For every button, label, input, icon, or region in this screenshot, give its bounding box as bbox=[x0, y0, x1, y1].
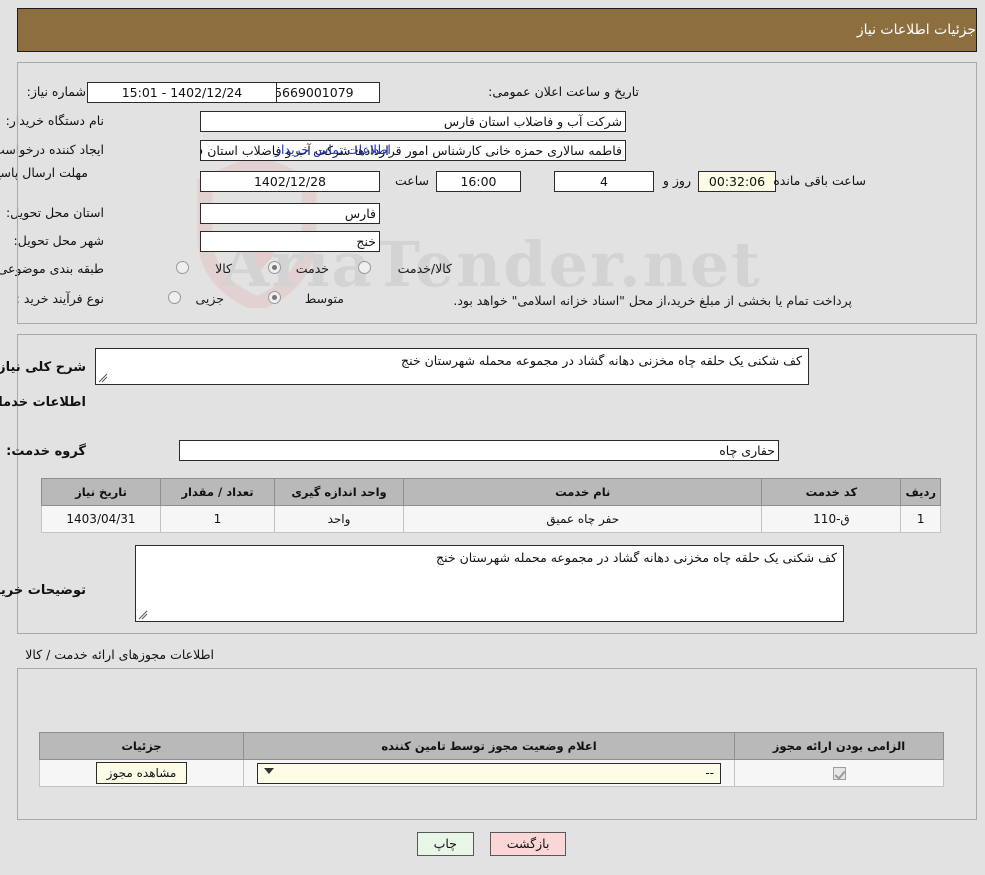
services-col-radif: ردیف bbox=[901, 478, 942, 506]
buyer-notes-label: توضیحات خریدار: bbox=[0, 583, 87, 598]
cell-license-status: -- bbox=[244, 759, 736, 787]
services-table-header-row: ردیف کد خدمت نام خدمت واحد اندازه گیری ت… bbox=[42, 478, 942, 506]
services-col-date: تاریخ نیاز bbox=[42, 478, 162, 506]
services-col-qty: تعداد / مقدار bbox=[161, 478, 276, 506]
services-section-title: اطلاعات خدمات مورد نیاز bbox=[0, 395, 87, 410]
cell-qty: 1 bbox=[161, 505, 276, 533]
cell-code: ق-110 bbox=[762, 505, 903, 533]
back-button[interactable]: بازگشت bbox=[490, 832, 568, 856]
buyer-notes-value: کف شکنی یک حلقه چاه مخزنی دهانه گشاد در … bbox=[437, 550, 838, 565]
services-table: ردیف کد خدمت نام خدمت واحد اندازه گیری ت… bbox=[42, 478, 942, 533]
cell-license-required bbox=[735, 759, 945, 787]
footer-actions: بازگشت چاپ bbox=[0, 832, 985, 856]
licenses-col-details: جزئیات bbox=[40, 732, 245, 760]
licenses-section-title: اطلاعات مجوزهای ارائه خدمت / کالا bbox=[26, 647, 215, 662]
resize-grip-icon bbox=[99, 373, 109, 383]
license-status-value: -- bbox=[706, 765, 715, 780]
buyer-notes-textarea[interactable]: کف شکنی یک حلقه چاه مخزنی دهانه گشاد در … bbox=[136, 545, 845, 622]
cell-unit: واحد bbox=[275, 505, 405, 533]
need-desc-label: شرح کلی نیاز: bbox=[0, 360, 87, 375]
print-button[interactable]: چاپ bbox=[417, 832, 475, 856]
services-col-name: نام خدمت bbox=[403, 478, 764, 506]
cell-radif: 1 bbox=[901, 505, 942, 533]
license-required-checkbox bbox=[833, 767, 847, 780]
services-col-code: کد خدمت bbox=[762, 478, 903, 506]
view-license-button[interactable]: مشاهده مجوز bbox=[96, 762, 189, 784]
chevron-down-icon bbox=[265, 767, 275, 774]
service-group-label: گروه خدمت: bbox=[7, 444, 87, 459]
table-row: 1 ق-110 حفر چاه عمیق واحد 1 1403/04/31 bbox=[42, 505, 942, 533]
resize-grip-icon bbox=[139, 610, 149, 620]
cell-date: 1403/04/31 bbox=[42, 505, 162, 533]
licenses-col-status: اعلام وضعیت مجوز توسط تامین کننده bbox=[244, 732, 736, 760]
licenses-table-header-row: الزامی بودن ارائه مجوز اعلام وضعیت مجوز … bbox=[40, 732, 945, 760]
need-desc-value: کف شکنی یک حلقه چاه مخزنی دهانه گشاد در … bbox=[402, 353, 803, 368]
table-row: -- مشاهده مجوز bbox=[40, 759, 945, 787]
licenses-table: الزامی بودن ارائه مجوز اعلام وضعیت مجوز … bbox=[40, 732, 945, 787]
need-desc-textarea[interactable]: کف شکنی یک حلقه چاه مخزنی دهانه گشاد در … bbox=[96, 348, 810, 385]
need-summary-panel bbox=[18, 62, 978, 324]
services-col-unit: واحد اندازه گیری bbox=[275, 478, 405, 506]
license-status-select[interactable]: -- bbox=[258, 762, 722, 784]
cell-name: حفر چاه عمیق bbox=[403, 505, 764, 533]
cell-license-details: مشاهده مجوز bbox=[40, 759, 245, 787]
licenses-col-required: الزامی بودن ارائه مجوز bbox=[735, 732, 945, 760]
page-title: جزئیات اطلاعات نیاز bbox=[857, 22, 977, 38]
page-header: جزئیات اطلاعات نیاز bbox=[18, 8, 978, 52]
